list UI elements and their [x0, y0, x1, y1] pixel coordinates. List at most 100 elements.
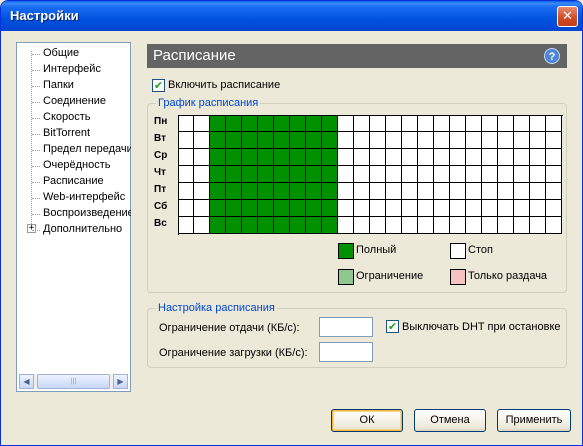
schedule-cell[interactable]	[418, 217, 434, 234]
schedule-cell[interactable]	[258, 132, 274, 149]
schedule-cell[interactable]	[530, 166, 546, 183]
schedule-cell[interactable]	[194, 132, 210, 149]
schedule-cell[interactable]	[514, 200, 530, 217]
schedule-cell[interactable]	[514, 217, 530, 234]
schedule-cell[interactable]	[386, 166, 402, 183]
schedule-cell[interactable]	[210, 132, 226, 149]
sidebar-item[interactable]: Соединение	[43, 94, 131, 109]
sidebar-item[interactable]: Интерфейс	[43, 62, 131, 77]
schedule-cell[interactable]	[450, 166, 466, 183]
schedule-cell[interactable]	[530, 217, 546, 234]
schedule-cell[interactable]	[354, 166, 370, 183]
sidebar-item[interactable]: Общие	[43, 46, 131, 61]
sidebar-item[interactable]: Папки	[43, 78, 131, 93]
schedule-cell[interactable]	[306, 200, 322, 217]
schedule-cell[interactable]	[290, 200, 306, 217]
schedule-cell[interactable]	[466, 149, 482, 166]
schedule-cell[interactable]	[274, 132, 290, 149]
schedule-cell[interactable]	[386, 149, 402, 166]
schedule-cell[interactable]	[322, 183, 338, 200]
schedule-cell[interactable]	[530, 132, 546, 149]
schedule-cell[interactable]	[546, 200, 562, 217]
schedule-cell[interactable]	[386, 115, 402, 132]
schedule-cell[interactable]	[386, 200, 402, 217]
schedule-cell[interactable]	[322, 115, 338, 132]
close-button[interactable]: ✕	[557, 6, 578, 27]
schedule-cell[interactable]	[466, 166, 482, 183]
schedule-cell[interactable]	[482, 115, 498, 132]
schedule-cell[interactable]	[402, 183, 418, 200]
schedule-cell[interactable]	[514, 149, 530, 166]
schedule-cell[interactable]	[226, 200, 242, 217]
schedule-cell[interactable]	[434, 132, 450, 149]
sidebar-item[interactable]: Воспроизведение	[43, 206, 131, 221]
schedule-cell[interactable]	[354, 115, 370, 132]
sidebar-item[interactable]: BitTorrent	[43, 126, 131, 141]
schedule-cell[interactable]	[450, 183, 466, 200]
schedule-cell[interactable]	[274, 115, 290, 132]
schedule-cell[interactable]	[370, 200, 386, 217]
schedule-cell[interactable]	[514, 132, 530, 149]
schedule-cell[interactable]	[290, 149, 306, 166]
schedule-cell[interactable]	[482, 217, 498, 234]
upload-limit-field[interactable]	[319, 317, 373, 337]
schedule-cell[interactable]	[370, 217, 386, 234]
schedule-cell[interactable]	[546, 217, 562, 234]
schedule-cell[interactable]	[402, 166, 418, 183]
schedule-cell[interactable]	[242, 200, 258, 217]
schedule-cell[interactable]	[306, 115, 322, 132]
schedule-cell[interactable]	[530, 115, 546, 132]
schedule-cell[interactable]	[450, 217, 466, 234]
schedule-cell[interactable]	[290, 166, 306, 183]
schedule-cell[interactable]	[178, 200, 194, 217]
schedule-cell[interactable]	[258, 217, 274, 234]
schedule-cell[interactable]	[258, 200, 274, 217]
schedule-cell[interactable]	[210, 115, 226, 132]
schedule-cell[interactable]	[530, 183, 546, 200]
enable-schedule-label[interactable]: Включить расписание	[168, 79, 280, 91]
schedule-cell[interactable]	[514, 183, 530, 200]
schedule-cell[interactable]	[370, 132, 386, 149]
download-limit-field[interactable]	[319, 342, 373, 362]
schedule-cell[interactable]	[418, 132, 434, 149]
schedule-cell[interactable]	[418, 115, 434, 132]
schedule-cell[interactable]	[370, 149, 386, 166]
schedule-cell[interactable]	[466, 183, 482, 200]
enable-schedule-checkbox[interactable]: ✔	[152, 79, 165, 92]
schedule-cell[interactable]	[434, 149, 450, 166]
schedule-cell[interactable]	[226, 132, 242, 149]
schedule-cell[interactable]	[226, 149, 242, 166]
schedule-cell[interactable]	[226, 183, 242, 200]
schedule-cell[interactable]	[482, 183, 498, 200]
schedule-cell[interactable]	[338, 132, 354, 149]
schedule-cell[interactable]	[498, 200, 514, 217]
schedule-cell[interactable]	[370, 115, 386, 132]
schedule-cell[interactable]	[418, 166, 434, 183]
sidebar-item[interactable]: Очерёдность	[43, 158, 131, 173]
schedule-cell[interactable]	[338, 115, 354, 132]
schedule-cell[interactable]	[274, 183, 290, 200]
schedule-cell[interactable]	[402, 149, 418, 166]
schedule-cell[interactable]	[194, 149, 210, 166]
schedule-cell[interactable]	[482, 200, 498, 217]
schedule-cell[interactable]	[290, 132, 306, 149]
schedule-cell[interactable]	[530, 149, 546, 166]
schedule-cell[interactable]	[530, 200, 546, 217]
schedule-cell[interactable]	[210, 200, 226, 217]
schedule-cell[interactable]	[178, 183, 194, 200]
schedule-cell[interactable]	[450, 200, 466, 217]
schedule-cell[interactable]	[242, 166, 258, 183]
schedule-cell[interactable]	[306, 166, 322, 183]
horizontal-scrollbar[interactable]: ◀ ||| ▶	[19, 374, 128, 389]
schedule-cell[interactable]	[498, 217, 514, 234]
schedule-cell[interactable]	[306, 149, 322, 166]
schedule-cell[interactable]	[434, 166, 450, 183]
schedule-cell[interactable]	[466, 217, 482, 234]
schedule-cell[interactable]	[354, 132, 370, 149]
schedule-cell[interactable]	[498, 132, 514, 149]
schedule-cell[interactable]	[434, 115, 450, 132]
schedule-cell[interactable]	[546, 149, 562, 166]
schedule-cell[interactable]	[370, 183, 386, 200]
schedule-cell[interactable]	[466, 132, 482, 149]
schedule-cell[interactable]	[242, 183, 258, 200]
